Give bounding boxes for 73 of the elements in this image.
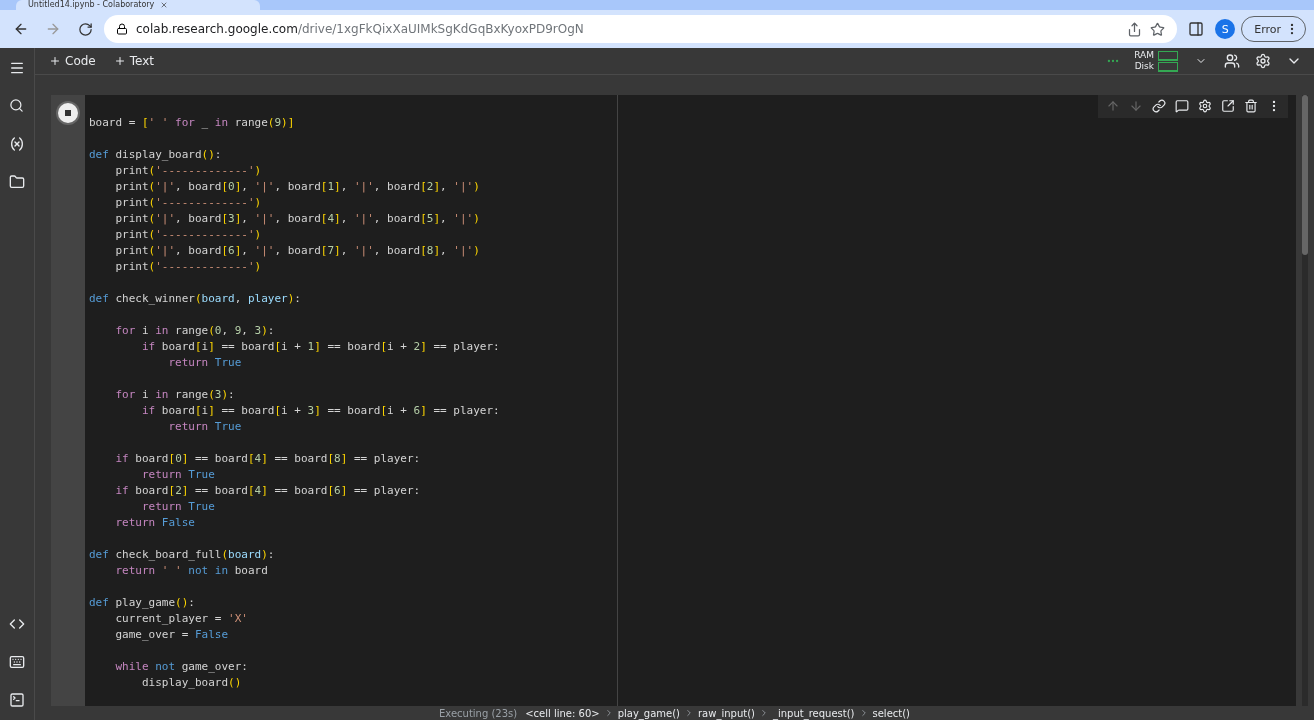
trace-item[interactable]: play_game()	[617, 707, 680, 719]
code-line: return True	[140, 467, 216, 483]
code-line: return True	[167, 419, 243, 435]
code-line: print('|', board[0], '|', board[1], '|', board[2], '|')	[114, 179, 481, 195]
code-line: print('-------------')	[114, 259, 263, 275]
tab-title: Untitled14.ipynb - Colaboratory	[28, 0, 155, 10]
resource-meter[interactable]: RAM Disk	[1134, 50, 1178, 72]
browser-tab[interactable]: Untitled14.ipynb - Colaboratory	[16, 0, 260, 10]
people-icon[interactable]	[1223, 53, 1240, 69]
scrollbar[interactable]	[1302, 95, 1308, 706]
add-cell-label[interactable]: Text	[129, 54, 154, 68]
bookmark-star-icon[interactable]	[1150, 21, 1166, 37]
code-line: print('-------------')	[114, 227, 263, 243]
folder-icon[interactable]	[9, 174, 25, 190]
code-line: return False	[114, 515, 196, 531]
settings-icon[interactable]	[1197, 98, 1212, 113]
comment-icon[interactable]	[1174, 98, 1189, 113]
profile-error-button[interactable]: Error	[1241, 16, 1306, 42]
variables-icon[interactable]	[9, 136, 25, 152]
code-line: print('|', board[6], '|', board[7], '|', board[8], '|')	[114, 243, 481, 259]
settings-icon[interactable]	[1254, 53, 1271, 69]
code-line: return True	[140, 499, 216, 515]
code-line: if board[0] == board[4] == board[8] == player:	[114, 451, 422, 467]
terminal-icon[interactable]	[9, 692, 25, 708]
side-panel-icon[interactable]	[1188, 21, 1205, 37]
resource-label: Disk	[1134, 61, 1154, 72]
code-line: print('-------------')	[114, 163, 263, 179]
trace-item[interactable]: _input_request()	[772, 707, 855, 719]
code-line: def check_board_full(board):	[89, 547, 276, 563]
resource-label: RAM	[1134, 50, 1154, 61]
code-line: return True	[167, 355, 243, 371]
plus-icon[interactable]	[113, 55, 126, 67]
code-line: def play_game():	[89, 595, 196, 611]
plus-icon[interactable]	[49, 55, 61, 67]
error-label: Error	[1254, 22, 1281, 36]
code-line: print('-------------')	[114, 195, 263, 211]
reload-icon[interactable]	[77, 21, 93, 37]
code-line: board = [' ' for _ in range(9)]	[89, 115, 296, 131]
lock-icon	[116, 23, 128, 35]
code-line: current_player = 'X'	[114, 611, 249, 627]
down-arrow-icon[interactable]	[1128, 98, 1143, 113]
share-icon[interactable]	[1127, 21, 1143, 37]
stop-button[interactable]	[58, 103, 78, 123]
link-icon[interactable]	[1151, 98, 1166, 113]
trash-icon[interactable]	[1243, 98, 1258, 113]
code-line: if board[2] == board[4] == board[6] == player:	[114, 483, 422, 499]
external-window-icon[interactable]	[1220, 98, 1235, 113]
code-line: for i in range(3):	[114, 387, 236, 403]
close-icon[interactable]	[160, 1, 169, 9]
code-line: def check_winner(board, player):	[89, 291, 302, 307]
profile-avatar[interactable]: S	[1215, 19, 1236, 39]
code-line: if board[i] == board[i + 3] == board[i + 6] == player:	[140, 403, 501, 419]
code-line: display_board()	[140, 675, 243, 691]
code-line: def display_board():	[89, 147, 223, 163]
search-icon[interactable]	[9, 98, 24, 113]
code-line: return ' ' not in board	[114, 563, 269, 579]
add-cell-label[interactable]: Code	[65, 54, 96, 68]
up-arrow-icon[interactable]	[1105, 98, 1120, 113]
trace-item[interactable]: raw_input()	[698, 707, 755, 719]
code-line: print('|', board[3], '|', board[4], '|', board[5], '|')	[114, 211, 481, 227]
chevron-icon	[684, 708, 694, 718]
keyboard-icon[interactable]	[9, 654, 25, 670]
execution-status: Executing (23s)	[438, 707, 518, 719]
url-text: colab.research.google.com/drive/1xgFkQixXaUIMkSgKdGqBxKyoxPD9rOgN	[136, 22, 584, 36]
code-line: for i in range(0, 9, 3):	[114, 323, 276, 339]
menu-icon[interactable]	[9, 60, 25, 76]
address-bar[interactable]: colab.research.google.com/drive/1xgFkQixXaUIMkSgKdGqBxKyoxPD9rOgN	[104, 15, 1178, 43]
code-line: if board[i] == board[i + 1] == board[i + 2] == player:	[140, 339, 501, 355]
trace-item[interactable]: <cell line: 60>	[525, 707, 600, 719]
code-line: while not game_over:	[114, 659, 249, 675]
code-line: game_over = False	[114, 627, 230, 643]
trace-item[interactable]: select()	[872, 707, 910, 719]
code-icon[interactable]	[9, 616, 25, 632]
